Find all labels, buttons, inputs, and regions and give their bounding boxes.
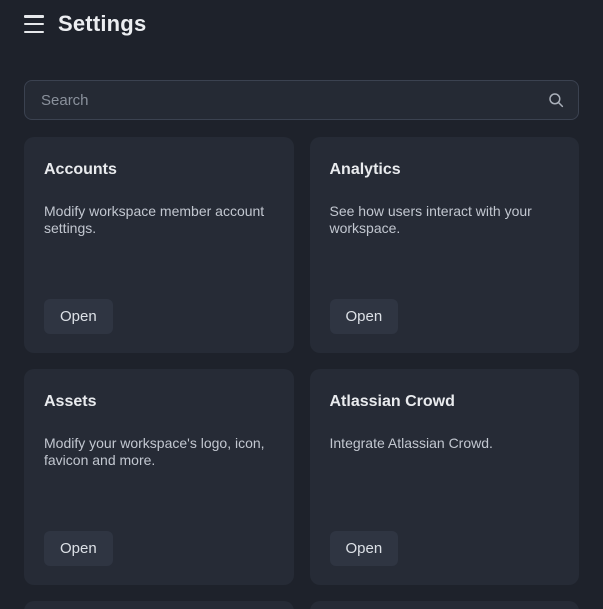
card-title: Assets xyxy=(44,393,274,411)
card-title: Atlassian Crowd xyxy=(330,393,560,411)
card-description: Modify your workspace's logo, icon, favi… xyxy=(44,435,274,469)
card-partial xyxy=(310,601,580,609)
search-bar xyxy=(24,80,579,120)
card-description: Modify workspace member account settings… xyxy=(44,203,274,237)
card-partial xyxy=(24,601,294,609)
search-icon[interactable] xyxy=(547,91,565,109)
card-title: Analytics xyxy=(330,161,560,179)
page-title: Settings xyxy=(58,11,146,37)
open-button-accounts[interactable]: Open xyxy=(44,299,113,334)
hamburger-menu-icon[interactable] xyxy=(24,15,44,33)
card-title: Accounts xyxy=(44,161,274,179)
open-button-atlassian-crowd[interactable]: Open xyxy=(330,531,399,566)
card-analytics: Analytics See how users interact with yo… xyxy=(310,137,580,353)
settings-card-grid: Accounts Modify workspace member account… xyxy=(24,137,579,609)
open-button-analytics[interactable]: Open xyxy=(330,299,399,334)
open-button-assets[interactable]: Open xyxy=(44,531,113,566)
hamburger-bar xyxy=(24,31,44,34)
hamburger-bar xyxy=(24,23,44,26)
card-atlassian-crowd: Atlassian Crowd Integrate Atlassian Crow… xyxy=(310,369,580,585)
card-assets: Assets Modify your workspace's logo, ico… xyxy=(24,369,294,585)
search-input[interactable] xyxy=(24,80,579,120)
card-description: Integrate Atlassian Crowd. xyxy=(330,435,560,452)
card-description: See how users interact with your workspa… xyxy=(330,203,560,237)
header: Settings xyxy=(0,0,603,48)
hamburger-bar xyxy=(24,15,44,18)
card-accounts: Accounts Modify workspace member account… xyxy=(24,137,294,353)
